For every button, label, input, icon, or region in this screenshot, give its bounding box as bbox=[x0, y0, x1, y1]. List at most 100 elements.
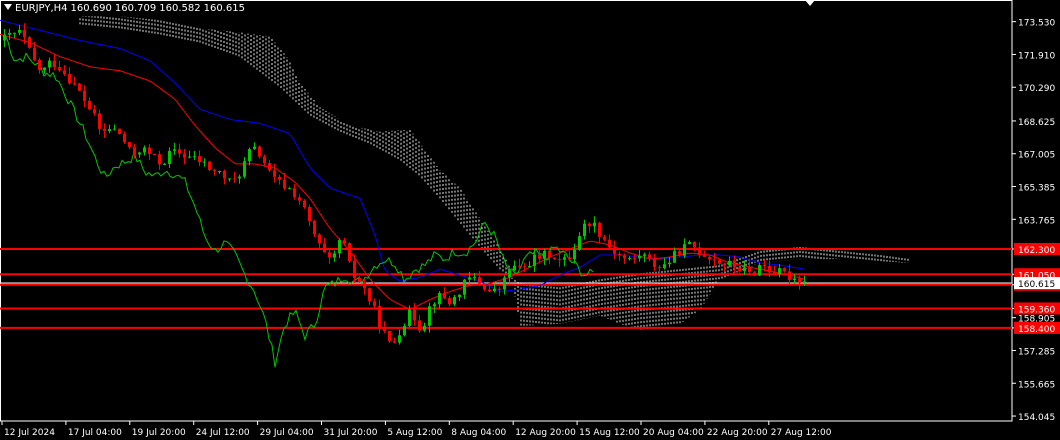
candle-body bbox=[413, 309, 416, 321]
candle-body bbox=[613, 247, 616, 254]
candle-body bbox=[718, 259, 721, 264]
open-value: 160.690 bbox=[70, 3, 112, 14]
candle-body bbox=[513, 265, 516, 271]
candle-body bbox=[213, 170, 216, 172]
candle-body bbox=[143, 147, 146, 153]
candle-body bbox=[133, 147, 136, 155]
candle-body bbox=[358, 277, 361, 283]
candle-body bbox=[243, 161, 246, 177]
candle-body bbox=[228, 178, 231, 180]
candle-body bbox=[283, 179, 286, 189]
candle-body bbox=[498, 288, 501, 290]
candle-body bbox=[458, 294, 461, 298]
x-tick-label: 29 Jul 04:00 bbox=[260, 428, 314, 438]
candle-body bbox=[503, 277, 506, 290]
candle-body bbox=[628, 258, 631, 260]
candle-body bbox=[803, 281, 806, 283]
y-tick-label: 162.300 bbox=[1018, 246, 1055, 256]
candle-body bbox=[578, 236, 581, 250]
candle-body bbox=[33, 47, 36, 60]
y-tick-label: 168.625 bbox=[1018, 118, 1055, 128]
x-tick-label: 15 Aug 12:00 bbox=[579, 428, 640, 438]
candle-body bbox=[28, 37, 31, 48]
candle-body bbox=[443, 292, 446, 299]
candle-body bbox=[658, 267, 661, 269]
candle-body bbox=[528, 265, 531, 268]
candle-body bbox=[258, 146, 261, 157]
candle-body bbox=[88, 100, 91, 110]
candle-body bbox=[568, 257, 571, 260]
candle-body bbox=[448, 298, 451, 305]
candle-body bbox=[263, 156, 266, 164]
candle-body bbox=[463, 279, 466, 295]
low-value: 160.582 bbox=[159, 3, 201, 14]
candle-body bbox=[518, 265, 521, 267]
candle-body bbox=[543, 250, 546, 259]
candle-body bbox=[363, 282, 366, 289]
candle-body bbox=[3, 34, 6, 41]
candle-body bbox=[98, 113, 101, 129]
candle-body bbox=[108, 129, 111, 132]
candle-body bbox=[683, 244, 686, 256]
candle-body bbox=[618, 253, 621, 256]
candle-body bbox=[478, 277, 481, 284]
candle-body bbox=[558, 259, 561, 261]
candle-body bbox=[48, 60, 51, 68]
candle-body bbox=[113, 128, 116, 130]
candle-body bbox=[343, 240, 346, 243]
candle-body bbox=[688, 241, 691, 245]
x-tick-label: 8 Aug 04:00 bbox=[451, 428, 506, 438]
candle-body bbox=[348, 242, 351, 262]
candle-body bbox=[548, 250, 551, 258]
candle-body bbox=[273, 170, 276, 177]
candle-body bbox=[623, 255, 626, 259]
candle-body bbox=[708, 256, 711, 260]
y-tick-label: 157.285 bbox=[1018, 347, 1055, 357]
candle-body bbox=[53, 60, 56, 67]
candles bbox=[3, 23, 806, 345]
candle-body bbox=[373, 301, 376, 306]
candle-body bbox=[523, 266, 526, 268]
candle-body bbox=[738, 267, 741, 272]
candle-body bbox=[323, 243, 326, 253]
candle-body bbox=[563, 257, 566, 260]
candle-body bbox=[633, 258, 636, 260]
candle-body bbox=[8, 32, 11, 35]
x-tick-label: 20 Aug 04:00 bbox=[643, 428, 704, 438]
close-value: 160.615 bbox=[203, 3, 245, 14]
candle-body bbox=[508, 270, 511, 278]
triangle-down-icon bbox=[4, 4, 12, 10]
candle-body bbox=[38, 59, 41, 71]
plot-frame bbox=[0, 0, 1013, 422]
y-tick-label: 171.910 bbox=[1018, 51, 1055, 61]
candle-body bbox=[303, 200, 306, 207]
candle-body bbox=[103, 128, 106, 132]
candle-body bbox=[583, 223, 586, 237]
y-tick-label: 158.400 bbox=[1018, 325, 1055, 335]
symbol-label: EURJPY,H4 bbox=[15, 3, 68, 14]
candle-body bbox=[693, 241, 696, 248]
candle-body bbox=[158, 154, 161, 165]
candle-body bbox=[428, 306, 431, 326]
candle-body bbox=[118, 128, 121, 135]
candle-body bbox=[23, 29, 26, 38]
candle-body bbox=[403, 326, 406, 336]
candle-body bbox=[773, 272, 776, 275]
candle-body bbox=[198, 156, 201, 163]
high-value: 160.709 bbox=[114, 3, 157, 14]
candle-body bbox=[763, 264, 766, 266]
candle-body bbox=[73, 83, 76, 85]
candle-body bbox=[678, 251, 681, 256]
candle-body bbox=[328, 252, 331, 258]
candle-body bbox=[758, 264, 761, 276]
candle-body bbox=[733, 260, 736, 268]
candle-body bbox=[638, 255, 641, 259]
candle-body bbox=[798, 278, 801, 283]
y-tick-label: 167.005 bbox=[1018, 151, 1055, 161]
candle-body bbox=[483, 283, 486, 290]
candle-body bbox=[723, 263, 726, 266]
candle-body bbox=[148, 147, 151, 154]
candle-body bbox=[648, 254, 651, 259]
chart-window: 173.530 171.910 170.290 168.625 167.005 165.3… bbox=[0, 0, 1060, 440]
price-chart[interactable]: 173.530 171.910 170.290 168.625 167.005 165.3… bbox=[0, 0, 1060, 440]
